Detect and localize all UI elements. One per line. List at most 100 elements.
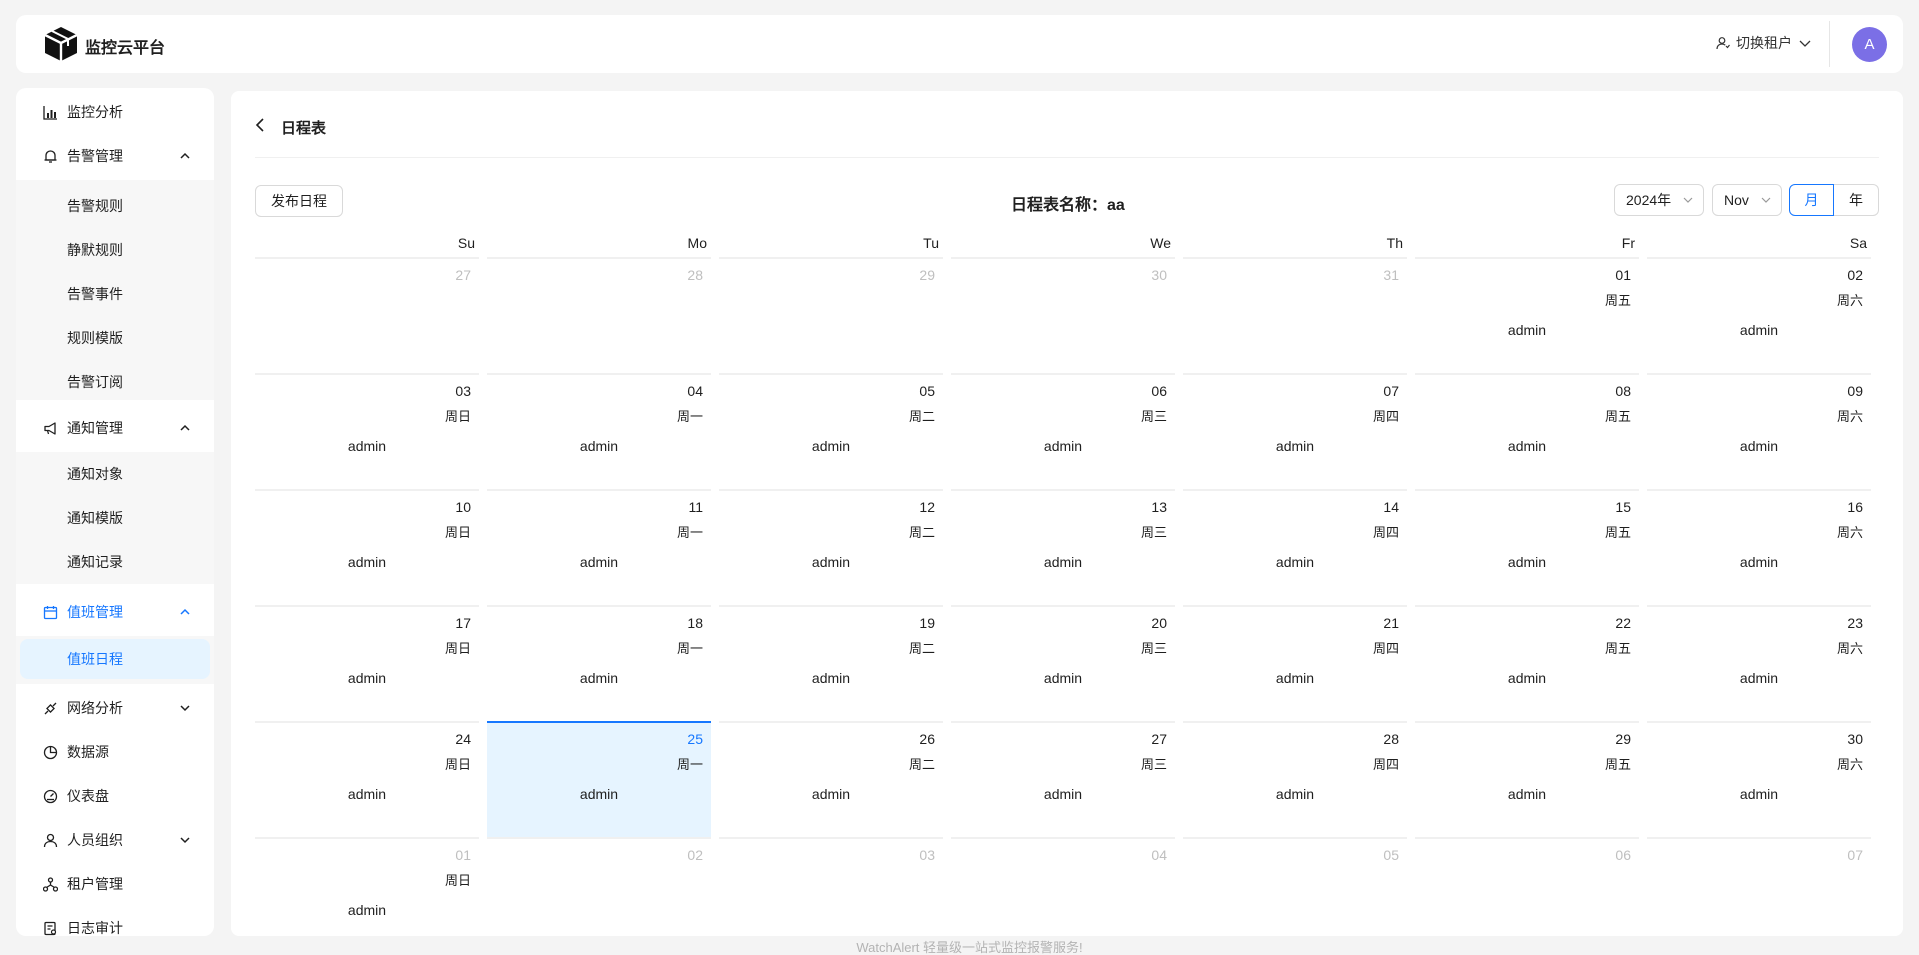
sidebar-item-label: 监控分析 <box>67 104 123 120</box>
calendar-cell[interactable]: 30 周六 admin <box>1647 721 1871 837</box>
sidebar-subitem-rule-templates[interactable]: 规则模版 <box>16 318 214 358</box>
duty-user: admin <box>1739 670 1779 686</box>
calendar-cell[interactable]: 15 周五 admin <box>1415 489 1639 605</box>
sidebar-subitem-notify-targets[interactable]: 通知对象 <box>16 454 214 494</box>
mode-month-button[interactable]: 月 <box>1789 184 1834 216</box>
sidebar-item-network-analysis[interactable]: 网络分析 <box>16 688 214 728</box>
calendar-cell[interactable]: 10 周日 admin <box>255 489 479 605</box>
sidebar-item-org[interactable]: 人员组织 <box>16 820 214 860</box>
calendar-cell[interactable]: 21 周四 admin <box>1183 605 1407 721</box>
calendar-cell[interactable]: 28 周四 admin <box>1183 721 1407 837</box>
calendar-cell[interactable]: 20 周三 admin <box>951 605 1175 721</box>
month-select[interactable]: Nov <box>1712 184 1782 216</box>
day-number: 14 <box>1383 499 1399 515</box>
day-weekday: 周一 <box>676 409 703 424</box>
calendar-cell[interactable]: 27 周三 admin <box>951 721 1175 837</box>
calendar-cell[interactable]: 09 周六 admin <box>1647 373 1871 489</box>
day-weekday: 周六 <box>1836 757 1863 772</box>
sidebar-subitem-notify-records[interactable]: 通知记录 <box>16 542 214 582</box>
calendar-cell[interactable]: 01 周日 admin <box>255 837 479 953</box>
duty-user: admin <box>1043 438 1083 454</box>
calendar-cell[interactable]: 11 周一 admin <box>487 489 711 605</box>
bell-icon <box>44 150 57 163</box>
calendar-cell[interactable]: 01 周五 admin <box>1415 257 1639 373</box>
sidebar-item-duty-management[interactable]: 值班管理 <box>16 592 214 632</box>
calendar-cell[interactable]: 04 周一 admin <box>487 373 711 489</box>
calendar-cell[interactable]: 05 <box>1183 837 1407 953</box>
sidebar-subitem-alert-events[interactable]: 告警事件 <box>16 274 214 314</box>
day-weekday: 周二 <box>908 641 935 656</box>
calendar-cell[interactable]: 18 周一 admin <box>487 605 711 721</box>
sidebar-item-tenant-management[interactable]: 租户管理 <box>16 864 214 904</box>
calendar-cell[interactable]: 17 周日 admin <box>255 605 479 721</box>
calendar-cell[interactable]: 28 <box>487 257 711 373</box>
sidebar-item-monitor-analysis[interactable]: 监控分析 <box>16 92 214 132</box>
duty-user: admin <box>1739 438 1779 454</box>
calendar-cell[interactable]: 06 <box>1415 837 1639 953</box>
calendar-cell[interactable]: 04 <box>951 837 1175 953</box>
calendar-cell[interactable]: 24 周日 admin <box>255 721 479 837</box>
sidebar-subitem-alert-rules[interactable]: 告警规则 <box>16 186 214 226</box>
calendar-cell[interactable]: 03 <box>719 837 943 953</box>
calendar-cell[interactable]: 30 <box>951 257 1175 373</box>
calendar-cell[interactable]: 12 周二 admin <box>719 489 943 605</box>
calendar-cell[interactable]: 13 周三 admin <box>951 489 1175 605</box>
year-select[interactable]: 2024年 <box>1614 184 1704 216</box>
weekday-label: Su <box>457 235 475 251</box>
calendar-cell[interactable]: 27 <box>255 257 479 373</box>
day-weekday: 周三 <box>1140 757 1167 772</box>
sidebar: 监控分析 告警管理 告警规则 静默规则 告警事件 规则模版 告警订阅 通知管理 … <box>16 88 214 936</box>
sidebar-item-alert-management[interactable]: 告警管理 <box>16 136 214 176</box>
day-number: 30 <box>1847 731 1863 747</box>
calendar-cell[interactable]: 29 <box>719 257 943 373</box>
day-weekday: 周四 <box>1372 525 1399 540</box>
sidebar-item-audit-log[interactable]: 日志审计 <box>16 908 214 936</box>
publish-schedule-button[interactable]: 发布日程 <box>255 185 343 217</box>
duty-user: admin <box>579 438 619 454</box>
sidebar-item-datasource[interactable]: 数据源 <box>16 732 214 772</box>
calendar-cell[interactable]: 02 周六 admin <box>1647 257 1871 373</box>
sidebar-item-dashboard[interactable]: 仪表盘 <box>16 776 214 816</box>
calendar-cell[interactable]: 08 周五 admin <box>1415 373 1639 489</box>
calendar-cell[interactable]: 16 周六 admin <box>1647 489 1871 605</box>
tenant-tree-icon <box>43 877 58 892</box>
audit-icon <box>44 921 57 936</box>
day-number: 20 <box>1151 615 1167 631</box>
sidebar-subitem-notify-templates[interactable]: 通知模版 <box>16 498 214 538</box>
weekday-label: Th <box>1386 235 1403 251</box>
day-weekday: 周三 <box>1140 525 1167 540</box>
satellite-icon <box>44 702 57 715</box>
calendar-cell[interactable]: 07 周四 admin <box>1183 373 1407 489</box>
day-number: 29 <box>1615 731 1631 747</box>
sidebar-item-notify-management[interactable]: 通知管理 <box>16 408 214 448</box>
calendar-cell[interactable]: 19 周二 admin <box>719 605 943 721</box>
day-weekday: 周日 <box>444 873 471 888</box>
sidebar-subitem-duty-schedule[interactable]: 值班日程 <box>20 639 210 679</box>
calendar-cell[interactable]: 26 周二 admin <box>719 721 943 837</box>
calendar-cell-today[interactable]: 25 周一 admin <box>487 721 711 837</box>
day-number: 16 <box>1847 499 1863 515</box>
back-arrow-icon[interactable] <box>255 118 267 132</box>
sidebar-subitem-silence-rules[interactable]: 静默规则 <box>16 230 214 270</box>
calendar-cell[interactable]: 29 周五 admin <box>1415 721 1639 837</box>
switch-tenant-label: 切换租户 <box>1736 35 1792 51</box>
sidebar-subitem-label: 静默规则 <box>67 242 123 258</box>
calendar-cell[interactable]: 07 <box>1647 837 1871 953</box>
calendar-cell[interactable]: 22 周五 admin <box>1415 605 1639 721</box>
calendar-cell[interactable]: 02 <box>487 837 711 953</box>
sidebar-item-label: 仪表盘 <box>67 788 109 804</box>
calendar-cell[interactable]: 06 周三 admin <box>951 373 1175 489</box>
weekday-label: Fr <box>1621 235 1635 251</box>
mode-year-button[interactable]: 年 <box>1834 184 1879 216</box>
calendar-cell[interactable]: 31 <box>1183 257 1407 373</box>
calendar-cell[interactable]: 23 周六 admin <box>1647 605 1871 721</box>
avatar[interactable]: A <box>1852 27 1887 62</box>
calendar-cell[interactable]: 05 周二 admin <box>719 373 943 489</box>
calendar-cell[interactable]: 14 周四 admin <box>1183 489 1407 605</box>
sidebar-subitem-alert-subscription[interactable]: 告警订阅 <box>16 362 214 402</box>
sidebar-item-label: 数据源 <box>67 744 109 760</box>
calendar-cell[interactable]: 03 周日 admin <box>255 373 479 489</box>
day-number: 29 <box>919 267 935 283</box>
sidebar-subitem-label: 通知对象 <box>67 466 123 482</box>
switch-tenant-button[interactable]: 切换租户 <box>1716 33 1812 53</box>
